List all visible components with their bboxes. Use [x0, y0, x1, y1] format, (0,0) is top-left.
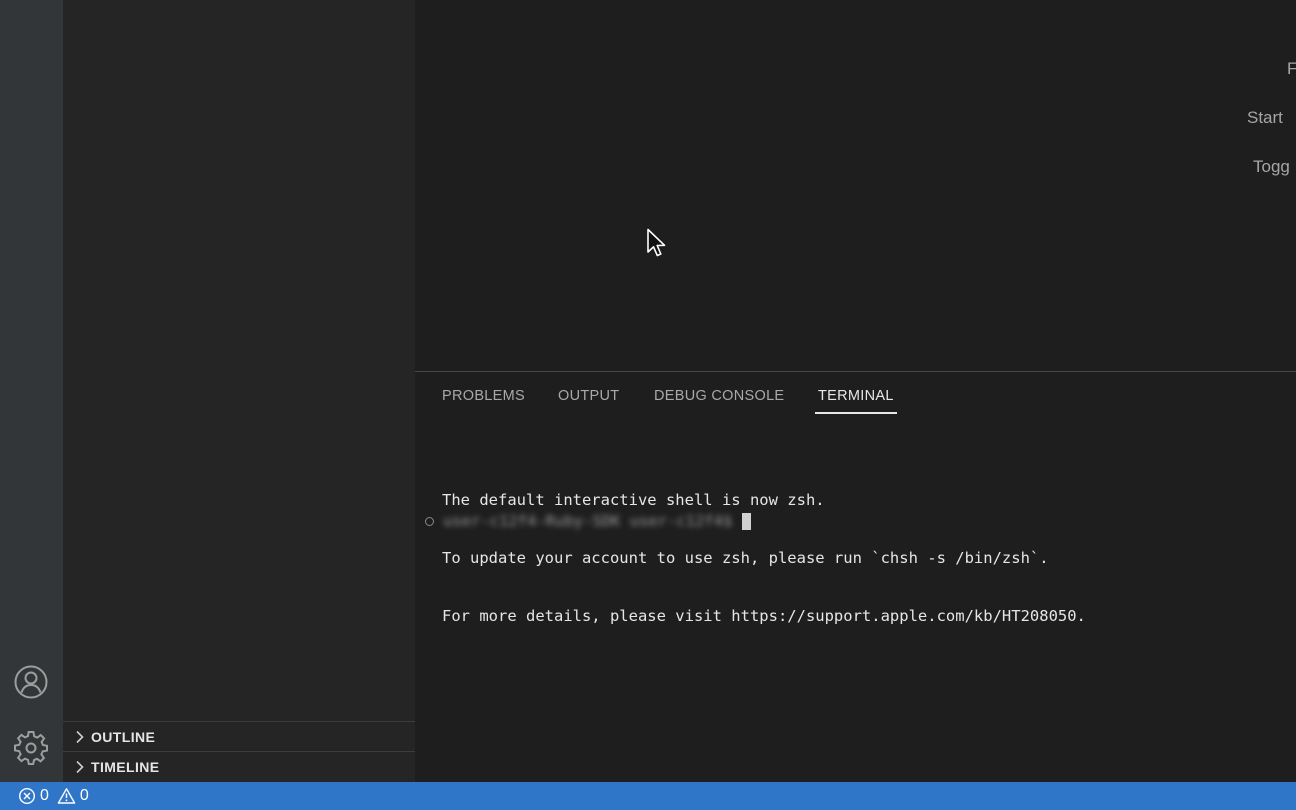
active-tab-indicator	[815, 412, 897, 414]
warnings-count: 0	[79, 787, 89, 804]
terminal-line: To update your account to use zsh, pleas…	[442, 549, 1049, 568]
command-decoration-icon	[425, 516, 434, 526]
warnings-indicator[interactable]: 0	[57, 787, 89, 805]
terminal-line: The default interactive shell is now zsh…	[442, 490, 825, 509]
mouse-pointer-icon	[646, 228, 668, 265]
vscode-window: OUTLINE TIMELINE F Start Togg PROBLEMS O…	[0, 0, 1296, 810]
terminal-prompt-row[interactable]: user-c12f4-Ruby-SDK user-c12f4$	[425, 511, 752, 531]
editor-area: F Start Togg	[415, 0, 1296, 371]
activity-bar	[0, 0, 63, 782]
timeline-section-header[interactable]: TIMELINE	[63, 751, 415, 781]
terminal-line: For more details, please visit https://s…	[442, 607, 1086, 626]
chevron-right-icon	[71, 758, 89, 776]
terminal-prompt: user-c12f4-Ruby-SDK user-c12f4$	[443, 512, 733, 530]
errors-indicator[interactable]: 0	[18, 787, 49, 805]
outline-section-header[interactable]: OUTLINE	[63, 721, 415, 751]
error-icon	[18, 787, 36, 805]
gear-icon[interactable]	[12, 729, 50, 767]
chevron-right-icon	[71, 728, 89, 746]
tab-terminal[interactable]: TERMINAL	[818, 388, 894, 404]
terminal-output[interactable]: The default interactive shell is now zsh…	[442, 452, 1086, 665]
panel-tabs: PROBLEMS OUTPUT DEBUG CONSOLE TERMINAL	[415, 372, 1296, 416]
timeline-section-label: TIMELINE	[91, 758, 160, 775]
tab-output[interactable]: OUTPUT	[558, 388, 619, 404]
editor-hint-1: F	[1287, 59, 1296, 78]
sidebar: OUTLINE TIMELINE	[63, 0, 415, 782]
editor-hint-2: Start	[1247, 108, 1283, 127]
editor-hint-3: Togg	[1253, 157, 1290, 176]
terminal-cursor	[742, 512, 752, 530]
account-icon[interactable]	[12, 663, 50, 701]
status-bar: 0 0	[0, 782, 1296, 810]
tab-debug-console[interactable]: DEBUG CONSOLE	[654, 388, 784, 404]
warning-icon	[57, 788, 76, 804]
tab-problems[interactable]: PROBLEMS	[442, 388, 525, 404]
outline-section-label: OUTLINE	[91, 728, 156, 745]
errors-count: 0	[40, 787, 49, 804]
bottom-panel: PROBLEMS OUTPUT DEBUG CONSOLE TERMINAL T…	[415, 371, 1296, 782]
